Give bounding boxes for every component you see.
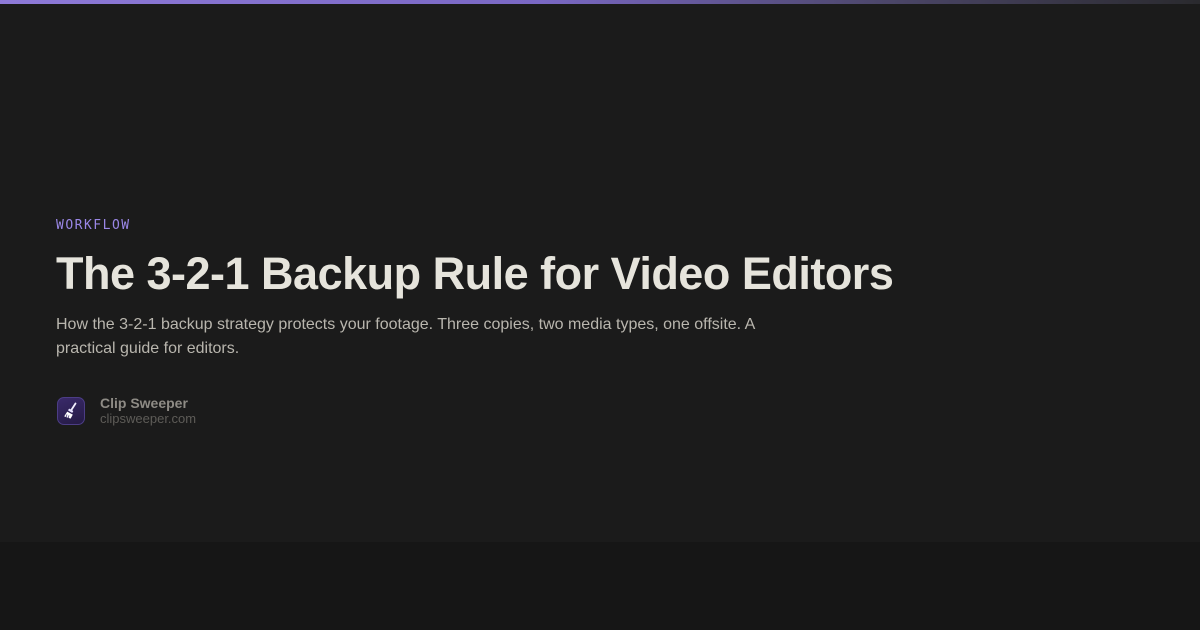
article-description: How the 3-2-1 backup strategy protects y… [56,316,755,357]
author-block: Clip Sweeper clipsweeper.com [56,395,1056,427]
article-title: The 3-2-1 Backup Rule for Video Editors [56,248,894,299]
broom-icon [57,397,85,425]
author-name: Clip Sweeper [100,395,188,411]
author-text: Clip Sweeper clipsweeper.com [100,395,196,427]
category-label: WORKFLOW [56,218,131,233]
og-card: WORKFLOW The 3-2-1 Backup Rule for Video… [0,4,1200,542]
article-header: WORKFLOW The 3-2-1 Backup Rule for Video… [56,217,1056,427]
author-site: clipsweeper.com [100,411,197,426]
